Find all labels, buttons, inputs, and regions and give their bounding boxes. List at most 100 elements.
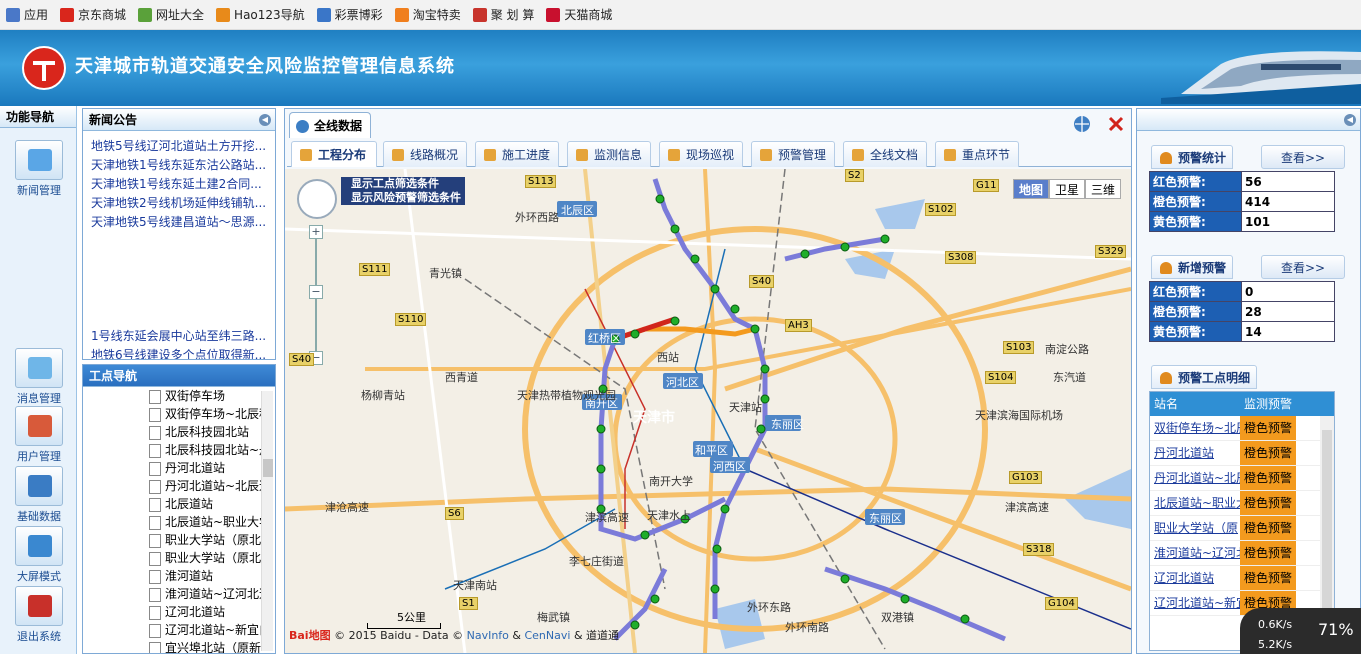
map-label: S329 [1095, 245, 1127, 258]
news-item[interactable]: 天津地铁1号线东延土建2合同... [83, 173, 275, 192]
maptype-3d-button[interactable]: 三维 [1085, 179, 1122, 199]
map-label: 河北区 [666, 376, 699, 389]
subtab-2[interactable]: 施工进度 [475, 141, 559, 167]
bookmark-item[interactable]: 天猫商城 [546, 6, 612, 23]
news-item[interactable]: 地铁5号线辽河北道站土方开挖... [83, 135, 275, 154]
news-title-text: 新闻公告 [89, 113, 138, 127]
worksite-nav-scrollbar[interactable] [261, 391, 273, 651]
warning-station-link[interactable]: 淮河道站~辽河北 [1150, 541, 1240, 565]
subtab-1[interactable]: 线路概况 [383, 141, 467, 167]
bookmark-item[interactable]: 网址大全 [138, 6, 204, 23]
map-label: 和平区 [695, 444, 728, 457]
show-worksite-filter-button[interactable]: 显示工点筛选条件 [341, 177, 465, 191]
map-pan-control[interactable] [297, 179, 337, 219]
worksite-tree-label: 淮河道站 [165, 569, 214, 583]
function-nav-panel: 功能导航 新闻管理 消息管理 用户管理 基础数据 大屏模式 退出系统 [0, 106, 77, 654]
nav-button-label: 退出系统 [17, 630, 61, 643]
map-label: G104 [1045, 597, 1078, 610]
worksite-tree-item[interactable]: 双街停车场~北辰科 [83, 405, 261, 423]
news-item[interactable]: 地铁6号线建设多个点位取得新... [83, 344, 275, 359]
col-warning-header: 监测预警 [1244, 397, 1293, 411]
close-icon[interactable] [1107, 115, 1125, 133]
tab-all-line-data[interactable]: 全线数据 [289, 112, 372, 138]
nav-news-management-button[interactable]: 新闻管理 [14, 140, 64, 198]
worksite-tree-item[interactable]: 职业大学站（原北 [83, 549, 261, 567]
nav-exit-button[interactable]: 退出系统 [14, 586, 64, 644]
map-label: S111 [359, 263, 391, 276]
bookmark-label: 京东商城 [78, 8, 127, 22]
baidu-map[interactable]: + − − 显示工点筛选条件 显示风险预警筛选条件 地图 卫星 三维 北辰区 红桥… [285, 169, 1131, 653]
warning-stats-view-button[interactable]: 查看>> [1261, 145, 1345, 169]
worksite-tree-item[interactable]: 北辰道站 [83, 495, 261, 513]
news-item[interactable]: 天津地铁1号线东延东沽公路站... [83, 154, 275, 173]
news-item[interactable]: 1号线东延会展中心站至纬三路... [83, 325, 275, 344]
map-label: S318 [1023, 543, 1055, 556]
subtab-0[interactable]: 工程分布 [291, 141, 377, 167]
bookmark-item[interactable]: Hao123导航 [216, 6, 305, 23]
nav-message-management-button[interactable]: 消息管理 [14, 348, 64, 406]
bookmark-label: 彩票博彩 [334, 8, 383, 22]
main-content-panel: 全线数据 工程分布 线路概况 施工进度 监测信息 现场巡视 预警管理 全线文档 重点环节 [284, 108, 1132, 654]
nav-base-data-button[interactable]: 基础数据 [14, 466, 64, 524]
maptype-map-button[interactable]: 地图 [1013, 179, 1050, 199]
worksite-tree-item[interactable]: 双街停车场 [83, 387, 261, 405]
worksite-tree-item[interactable]: 北辰科技园北站~丹 [83, 441, 261, 459]
worksite-tree-item[interactable]: 丹河北道站~北辰道 [83, 477, 261, 495]
map-label: 河西区 [713, 460, 746, 473]
map-label: 津滨高速 [585, 511, 629, 524]
subtab-6[interactable]: 全线文档 [843, 141, 927, 167]
warning-station-link[interactable]: 职业大学站（原 [1150, 516, 1240, 540]
globe-icon[interactable] [1073, 115, 1091, 133]
news-item[interactable]: 天津地铁2号线机场延伸线铺轨... [83, 192, 275, 211]
worksite-tree-item[interactable]: 辽河北道站 [83, 603, 261, 621]
bookmark-item[interactable]: 京东商城 [60, 6, 126, 23]
show-risk-filter-button[interactable]: 显示风险预警筛选条件 [341, 191, 465, 205]
maptype-satellite-button[interactable]: 卫星 [1049, 179, 1086, 199]
worksite-tree-item[interactable]: 北辰科技园北站 [83, 423, 261, 441]
map-label: 天津热带植物观光园 [517, 389, 616, 402]
warning-station-link[interactable]: 双街停车场~北辰 [1150, 416, 1240, 440]
map-label: 南开大学 [649, 475, 693, 488]
subtab-5[interactable]: 预警管理 [751, 141, 835, 167]
nav-bigscreen-button[interactable]: 大屏模式 [14, 526, 64, 584]
warning-station-link[interactable]: 丹河北道站 [1150, 441, 1240, 465]
collapse-left-icon[interactable]: ◀ [259, 114, 271, 126]
subtab-4[interactable]: 现场巡视 [659, 141, 743, 167]
worksite-tree-item[interactable]: 辽河北道站~新宜白 [83, 621, 261, 639]
new-warnings-view-button[interactable]: 查看>> [1261, 255, 1345, 279]
map-label: 双港镇 [881, 611, 914, 624]
col-station-header: 站名 [1154, 397, 1179, 411]
bookmark-item[interactable]: 聚 划 算 [472, 6, 534, 23]
map-zoom-slider[interactable]: + − − [309, 225, 323, 365]
bookmark-item[interactable]: 淘宝特卖 [394, 6, 461, 23]
worksite-tree-item[interactable]: 职业大学站（原北 [83, 531, 261, 549]
nav-button-icon [15, 406, 63, 446]
news-item[interactable]: 天津地铁5号线建昌道站～思源... [83, 211, 275, 230]
map-label: 东汽道 [1053, 371, 1086, 384]
nav-button-label: 基础数据 [17, 510, 61, 523]
nav-button-icon [15, 466, 63, 506]
tianjin-metro-logo-icon [22, 46, 66, 90]
bookmark-item[interactable]: 彩票博彩 [316, 6, 383, 23]
warning-station-link[interactable]: 辽河北道站 [1150, 566, 1240, 590]
collapse-right-icon[interactable]: ◀ [1344, 114, 1356, 126]
subtab-7[interactable]: 重点环节 [935, 141, 1019, 167]
warning-panel-header: ◀ [1137, 109, 1360, 131]
warning-station-link[interactable]: 辽河北道站~新宜 [1150, 591, 1240, 615]
nav-user-management-button[interactable]: 用户管理 [14, 406, 64, 464]
map-label: 天津南站 [453, 579, 497, 592]
zoom-level-handle[interactable]: − [309, 285, 323, 299]
subtab-3[interactable]: 监测信息 [567, 141, 651, 167]
worksite-tree-item[interactable]: 淮河道站~辽河北道 [83, 585, 261, 603]
map-label: 西站 [657, 351, 679, 364]
worksite-tree-item[interactable]: 丹河北道站 [83, 459, 261, 477]
warning-station-link[interactable]: 丹河北道站~北辰 [1150, 466, 1240, 490]
bookmark-icon [394, 7, 409, 22]
warning-station-link[interactable]: 北辰道站~职业大 [1150, 491, 1240, 515]
warning-detail-row: 北辰道站~职业大 橙色预警 [1150, 491, 1334, 516]
worksite-tree-item[interactable]: 北辰道站~职业大学 [83, 513, 261, 531]
bookmark-item[interactable]: 应用 [6, 6, 48, 23]
zoom-in-button[interactable]: + [309, 225, 323, 239]
worksite-tree-item[interactable]: 宜兴埠北站（原新 [83, 639, 261, 653]
worksite-tree-item[interactable]: 淮河道站 [83, 567, 261, 585]
